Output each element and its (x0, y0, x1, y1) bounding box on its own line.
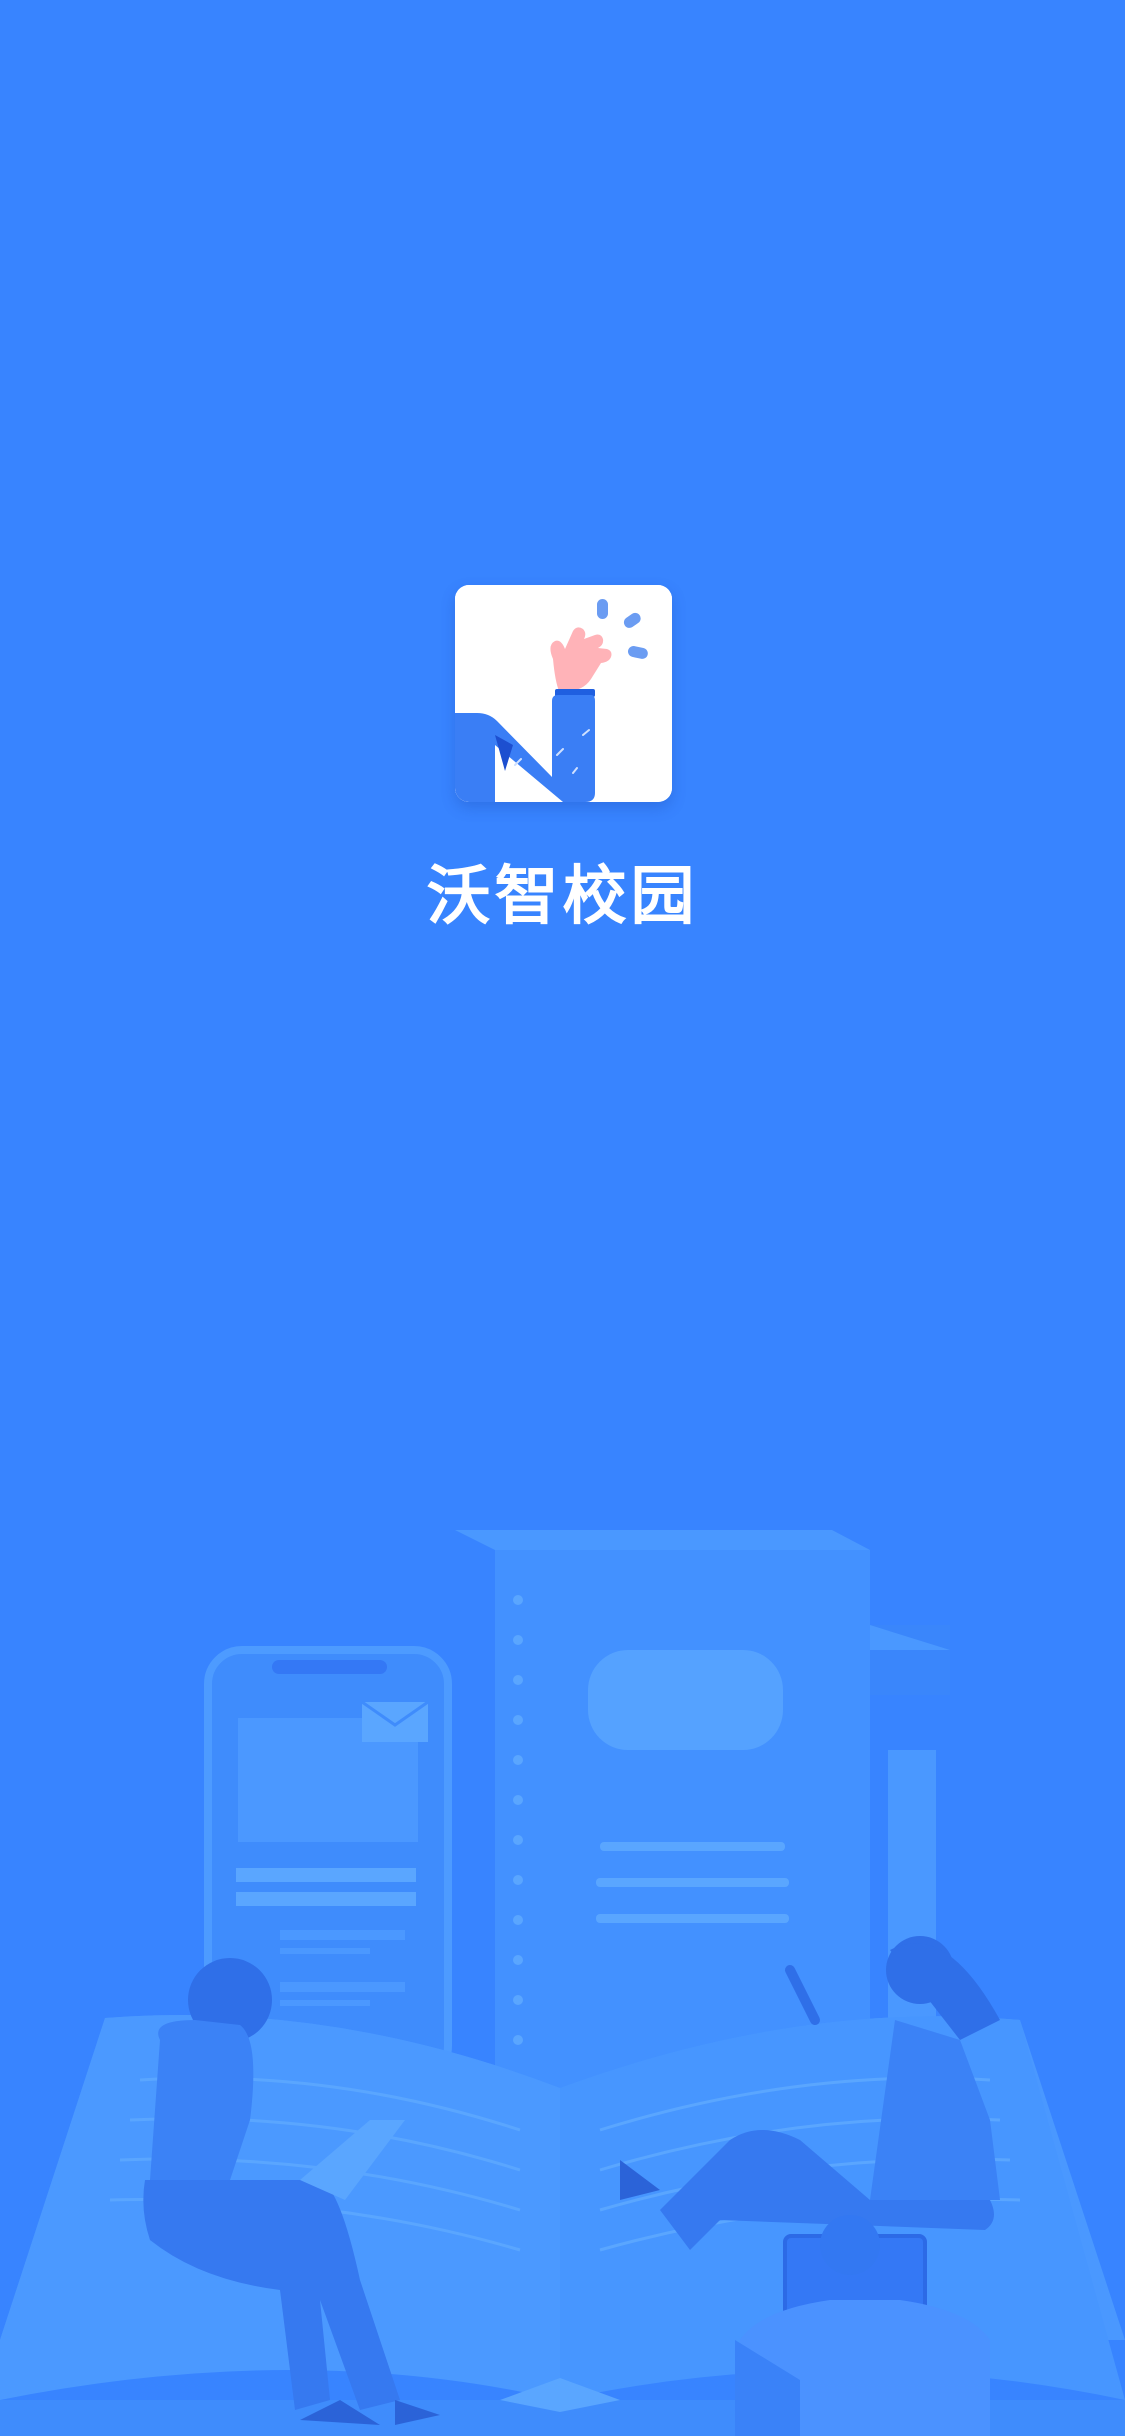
app-logo-icon (455, 585, 672, 802)
app-title: 沃智校园 (426, 860, 699, 932)
campus-illustration (0, 1520, 1125, 2436)
splash-screen: 沃智校园 (0, 0, 1125, 2436)
